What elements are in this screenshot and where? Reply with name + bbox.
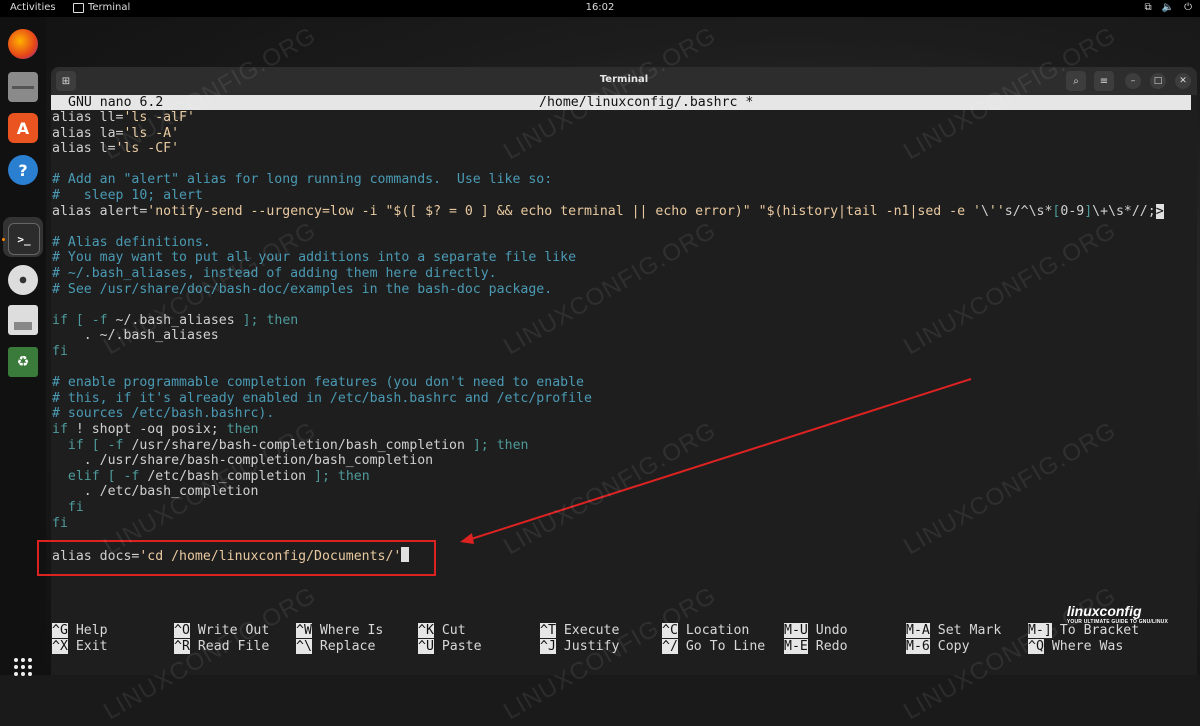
volume-icon: 🔈: [1161, 2, 1175, 13]
editor-line: fi: [52, 344, 68, 359]
editor-line: fi: [67, 500, 84, 515]
shortcut-item: ^G Help: [52, 623, 108, 638]
top-bar: Activities Terminal 16:02 ⧉ 🔈 ⏻: [0, 0, 1200, 17]
help-icon[interactable]: ?: [8, 155, 38, 185]
shortcut-item: ^X Exit: [52, 638, 108, 654]
activities-button[interactable]: Activities: [10, 2, 56, 13]
dock: A ? >_ ♻: [0, 17, 46, 676]
app-menu[interactable]: Terminal: [73, 2, 130, 13]
linuxconfig-logo: linuxconfig YOUR ULTIMATE GUIDE TO GNU/LI…: [1066, 603, 1168, 625]
show-apps-icon[interactable]: [14, 658, 32, 676]
editor-line: # Add an "alert" alias for long running …: [52, 172, 553, 188]
running-indicator: [2, 238, 5, 241]
editor-line: # ~/.bash_aliases, instead of adding the…: [52, 266, 497, 281]
shortcut-item: ^/ Go To Line: [662, 638, 766, 654]
editor-line: alias la='ls -A': [52, 125, 180, 141]
shortcut-item: M-6 Copy: [906, 638, 970, 654]
terminal-icon[interactable]: >_: [8, 223, 40, 255]
shortcut-item: M-E Redo: [784, 638, 848, 654]
editor-line: . /etc/bash_completion: [52, 484, 259, 500]
minimize-icon[interactable]: –: [1125, 73, 1141, 89]
shortcut-item: ^C Location: [662, 623, 750, 638]
shortcut-item: ^Q Where Was: [1028, 638, 1124, 654]
shortcut-item: ^K Cut: [418, 623, 466, 638]
nano-filename: /home/linuxconfig/.bashrc *: [539, 95, 754, 110]
shortcut-item: ^J Justify: [540, 638, 620, 654]
system-tray[interactable]: ⧉ 🔈 ⏻: [1144, 2, 1192, 13]
shortcut-item: M-A Set Mark: [906, 623, 1002, 638]
trash-icon[interactable]: ♻: [8, 347, 38, 377]
editor-line: # Alias definitions.: [52, 234, 211, 250]
terminal-content[interactable]: GNU nano 6.2 /home/linuxconfig/.bashrc *…: [51, 95, 1191, 675]
terminal-app-icon: [73, 2, 84, 13]
editor-line: alias ll='ls -alF': [52, 110, 195, 125]
editor-line: . ~/.bash_aliases: [52, 328, 219, 344]
editor-line: fi: [52, 515, 68, 531]
nano-shortcuts: ^G Help ^X Exit ^O Write Out ^R Read File ^W…: [51, 623, 1191, 663]
firefox-icon[interactable]: [8, 29, 38, 59]
files-icon[interactable]: [8, 72, 38, 102]
nano-header: GNU nano 6.2 /home/linuxconfig/.bashrc *: [51, 95, 1191, 110]
editor-line: if ! shopt -oq posix; then: [52, 422, 259, 437]
app-center-icon[interactable]: A: [8, 113, 38, 143]
clock[interactable]: 16:02: [586, 2, 615, 13]
editor-line: alias alert='notify-send --urgency=low -…: [52, 203, 1164, 219]
shortcut-item: M-] To Bracket: [1028, 623, 1140, 638]
shortcut-item: ^\ Replace: [296, 638, 376, 654]
maximize-icon[interactable]: □: [1150, 73, 1166, 89]
editor-line: . /usr/share/bash-completion/bash_comple…: [52, 453, 434, 469]
search-icon[interactable]: ⌕: [1066, 71, 1086, 91]
disc-icon[interactable]: [8, 265, 38, 295]
power-icon: ⏻: [1184, 2, 1192, 13]
title-bar[interactable]: ⊞ Terminal ⌕ ≡ – □ ✕: [51, 67, 1197, 95]
network-icon: ⧉: [1144, 2, 1152, 13]
shortcut-item: M-U Undo: [784, 623, 848, 638]
terminal-window[interactable]: ⊞ Terminal ⌕ ≡ – □ ✕ GNU nano 6.2 /home/…: [51, 67, 1197, 675]
window-title: Terminal: [599, 74, 649, 85]
editor-line: # See /usr/share/doc/bash-doc/examples i…: [52, 281, 553, 297]
editor-line: # sources /etc/bash.bashrc).: [52, 406, 275, 422]
shortcut-item: ^U Paste: [418, 638, 482, 654]
shortcut-item: ^O Write Out: [174, 623, 270, 638]
editor-line: elif [ -f /etc/bash_completion ]; then: [67, 468, 370, 484]
shortcut-item: ^W Where Is: [296, 623, 384, 638]
editor-line: # this, if it's already enabled in /etc/…: [52, 390, 592, 406]
highlight-box: [37, 540, 436, 576]
editor-line: alias l='ls -CF': [52, 141, 180, 157]
nano-version: GNU nano 6.2: [68, 95, 164, 110]
editor-line: if [ -f ~/.bash_aliases ]; then: [52, 312, 299, 328]
save-icon[interactable]: [8, 305, 38, 335]
shortcut-item: ^T Execute: [540, 623, 620, 638]
close-icon[interactable]: ✕: [1175, 73, 1191, 89]
menu-icon[interactable]: ≡: [1094, 71, 1114, 91]
editor-line: # enable programmable completion feature…: [52, 375, 584, 391]
editor-line: # sleep 10; alert: [52, 188, 203, 203]
editor-line: if [ -f /usr/share/bash-completion/bash_…: [67, 437, 529, 453]
shortcut-item: ^R Read File: [174, 638, 270, 654]
editor-line: # You may want to put all your additions…: [52, 250, 577, 266]
app-name: Terminal: [88, 2, 131, 13]
more-indicator: >: [1155, 203, 1164, 219]
